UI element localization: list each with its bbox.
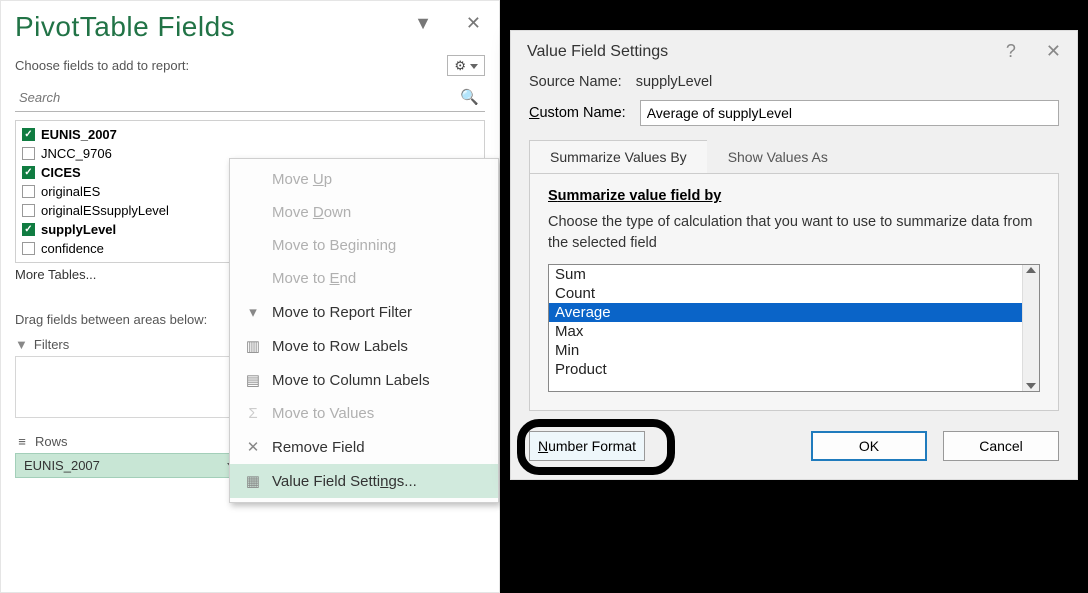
layout-options-button[interactable]: ⚙ [447,55,485,76]
rows-field-pill[interactable]: EUNIS_2007 [15,453,244,478]
field-label: originalESsupplyLevel [41,203,169,218]
field-label: supplyLevel [41,222,116,237]
calc-option[interactable]: Sum [549,265,1022,284]
field-context-menu: Move Up Move Down Move to Beginning Move… [229,158,499,503]
ok-button[interactable]: OK [811,431,927,461]
dialog-title: Value Field Settings [527,43,668,61]
menu-move-down: Move Down [230,196,498,229]
checkbox[interactable] [22,185,35,198]
checkbox[interactable] [22,242,35,255]
scroll-up-icon[interactable] [1026,267,1036,273]
close-icon[interactable]: ✕ [1046,41,1061,62]
source-name-label: Source Name: [529,74,622,90]
checkbox[interactable]: ✓ [22,128,35,141]
calc-option[interactable]: Average [549,303,1022,322]
filters-area-label: Filters [34,337,69,352]
scrollbar[interactable] [1022,265,1039,391]
checkbox[interactable] [22,204,35,217]
rows-area-label: Rows [35,434,68,449]
collapse-icon[interactable]: ▼ [414,13,432,34]
search-icon: 🔍 [460,88,479,106]
menu-move-row-labels[interactable]: ▥Move to Row Labels [230,329,498,363]
checkbox[interactable] [22,147,35,160]
calc-option[interactable]: Product [549,360,1022,379]
menu-remove-field[interactable]: ✕Remove Field [230,430,498,464]
field-label: JNCC_9706 [41,146,112,161]
sigma-icon: Σ [244,405,262,422]
menu-value-field-settings[interactable]: ▦Value Field Settings... [230,464,498,498]
menu-move-column-labels[interactable]: ▤Move to Column Labels [230,363,498,397]
remove-icon: ✕ [244,438,262,456]
panel-subtitle: Choose fields to add to report: [15,58,189,73]
custom-name-label: Custom Name: [529,105,626,121]
summarize-description: Choose the type of calculation that you … [548,212,1040,254]
menu-move-beginning: Move to Beginning [230,229,498,262]
checkbox[interactable]: ✓ [22,166,35,179]
custom-name-input[interactable] [640,100,1059,126]
close-icon[interactable]: ✕ [466,13,481,34]
rows-icon: ▥ [244,337,262,355]
funnel-icon: ▼ [15,337,28,352]
summarize-heading: Summarize value field by [548,188,1040,204]
gear-icon: ⚙ [454,58,466,74]
calc-option[interactable]: Max [549,322,1022,341]
help-icon[interactable]: ? [1006,41,1016,62]
rows-icon: ≡ [15,434,29,449]
field-label: confidence [41,241,104,256]
calc-option[interactable]: Count [549,284,1022,303]
field-item[interactable]: ✓ EUNIS_2007 [22,125,478,144]
field-label: CICES [41,165,81,180]
settings-icon: ▦ [244,472,262,490]
calc-option[interactable]: Min [549,341,1022,360]
calculation-type-list[interactable]: SumCountAverageMaxMinProduct [548,264,1040,392]
value-field-settings-dialog: Value Field Settings ? ✕ Source Name: su… [510,30,1078,480]
cancel-button[interactable]: Cancel [943,431,1059,461]
tab-summarize-values-by[interactable]: Summarize Values By [529,140,708,173]
chevron-down-icon [470,64,478,69]
scroll-down-icon[interactable] [1026,383,1036,389]
field-label: originalES [41,184,100,199]
rows-pill-label: EUNIS_2007 [24,458,100,473]
menu-move-up: Move Up [230,163,498,196]
search-input[interactable] [15,86,485,112]
menu-move-end: Move to End [230,262,498,295]
source-name-value: supplyLevel [636,74,713,90]
columns-icon: ▤ [244,371,262,389]
right-area: Value Field Settings ? ✕ Source Name: su… [500,0,1088,593]
field-label: EUNIS_2007 [41,127,117,142]
menu-move-report-filter[interactable]: ▾Move to Report Filter [230,295,498,329]
menu-move-values: ΣMove to Values [230,397,498,430]
number-format-button[interactable]: Number Format [529,431,645,461]
checkbox[interactable]: ✓ [22,223,35,236]
pivottable-fields-pane: PivotTable Fields ▼ ✕ Choose fields to a… [0,0,500,593]
tab-show-values-as[interactable]: Show Values As [707,140,849,173]
filter-icon: ▾ [244,303,262,321]
